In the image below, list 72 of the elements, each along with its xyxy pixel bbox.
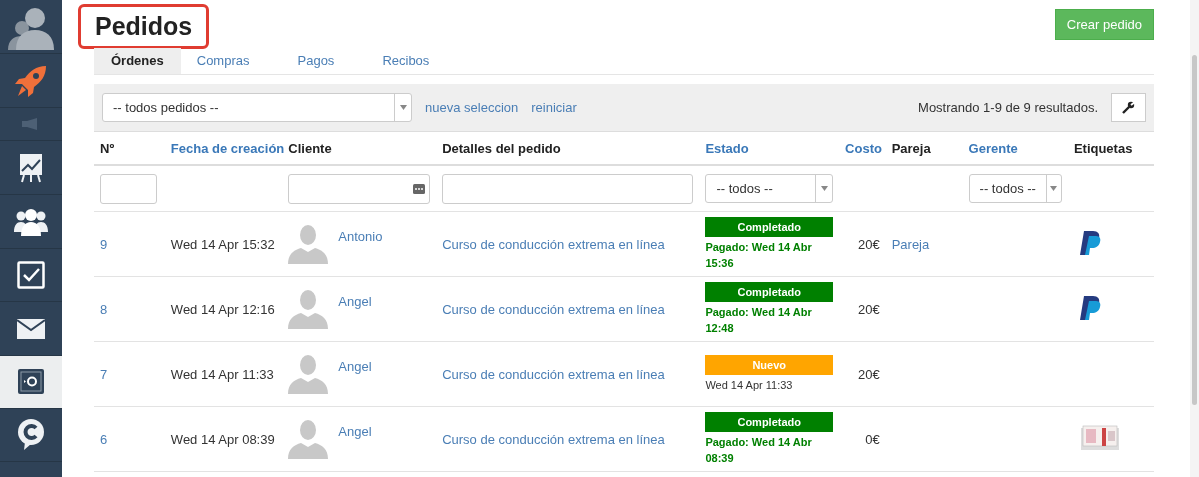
- order-number-link[interactable]: 9: [100, 236, 108, 252]
- avatar-icon: [288, 419, 329, 459]
- results-summary: Mostrando 1-9 de 9 resultados.: [918, 100, 1098, 115]
- order-details-link[interactable]: Curso de conducción extrema en línea: [442, 366, 665, 382]
- rocket-icon[interactable]: [14, 63, 48, 98]
- status-note: Pagado: Wed 14 Abr 12:48: [705, 305, 813, 336]
- date-cell: Wed 14 Apr 12:16: [164, 276, 283, 342]
- status-note: Pagado: Wed 14 Abr 15:36: [705, 240, 813, 271]
- avatar-icon: [288, 289, 329, 329]
- people-icon[interactable]: [14, 207, 48, 236]
- chat-icon[interactable]: [17, 419, 45, 451]
- column-header[interactable]: Fecha de creación: [164, 132, 283, 165]
- status-badge: Completado: [705, 217, 834, 237]
- client-link[interactable]: Angel: [338, 359, 372, 374]
- client-link[interactable]: Angel: [338, 424, 372, 439]
- column-header[interactable]: Estado: [699, 132, 840, 165]
- checkbox-icon[interactable]: [17, 261, 45, 289]
- banknotes-icon: [1079, 424, 1120, 451]
- paypal-icon: [1079, 295, 1102, 320]
- column-header: Detalles del pedido: [436, 132, 700, 165]
- mail-icon[interactable]: [17, 318, 45, 339]
- status-badge: Nuevo: [705, 355, 834, 375]
- client-link[interactable]: Antonio: [338, 229, 383, 244]
- client-link[interactable]: Angel: [338, 294, 372, 309]
- client-filter-field[interactable]: [288, 173, 431, 204]
- partner-link[interactable]: Pareja: [891, 236, 930, 252]
- status-badge: Completado: [705, 412, 834, 432]
- filter-input[interactable]: [100, 173, 157, 204]
- status-badge: Completado: [705, 282, 834, 302]
- tab[interactable]: Órdenes: [94, 48, 181, 74]
- caret-icon: [1050, 186, 1058, 191]
- link[interactable]: nueva seleccion: [425, 100, 519, 115]
- chart-board-icon[interactable]: [19, 152, 43, 183]
- caret-icon: [399, 105, 407, 110]
- order-number-link[interactable]: 8: [100, 301, 108, 317]
- wrench-icon: [1122, 101, 1135, 114]
- cost-cell: 20€: [839, 341, 886, 407]
- filter-dropdown[interactable]: -- todos --: [705, 174, 834, 203]
- date-cell: Wed 14 Apr 08:39: [164, 406, 283, 472]
- status-note: Wed 14 Apr 11:33: [705, 378, 794, 393]
- cost-cell: 20€: [839, 276, 886, 342]
- tab[interactable]: Pagos: [281, 48, 351, 74]
- settings-button[interactable]: [1111, 93, 1146, 122]
- cost-cell: 0€: [839, 406, 886, 472]
- avatar-icon: [288, 354, 329, 394]
- paypal-icon: [1079, 230, 1102, 255]
- tab[interactable]: Recibos: [366, 48, 446, 74]
- caret-icon: [820, 186, 828, 191]
- safe-icon[interactable]: [17, 368, 45, 396]
- cost-cell: 20€: [839, 211, 886, 277]
- column-header: Etiquetas: [1067, 132, 1154, 165]
- link[interactable]: reiniciar: [531, 100, 577, 115]
- order-details-link[interactable]: Curso de conducción extrema en línea: [442, 431, 665, 447]
- tab[interactable]: Compras: [180, 48, 266, 74]
- picker-icon: [413, 183, 426, 194]
- date-cell: Wed 14 Apr 15:32: [164, 211, 283, 277]
- filter-dropdown[interactable]: -- todos --: [968, 174, 1062, 203]
- order-details-link[interactable]: Curso de conducción extrema en línea: [442, 236, 665, 252]
- selection-dropdown[interactable]: -- todos pedidos --: [102, 93, 412, 122]
- column-header: Nº: [94, 132, 165, 165]
- order-details-link[interactable]: Curso de conducción extrema en línea: [442, 301, 665, 317]
- order-number-link[interactable]: 6: [100, 431, 108, 447]
- status-note: Pagado: Wed 14 Abr 08:39: [705, 435, 813, 466]
- column-header[interactable]: Costo: [839, 132, 886, 165]
- date-cell: Wed 14 Apr 11:33: [164, 341, 283, 407]
- column-header[interactable]: Gerente: [962, 132, 1068, 165]
- column-header: Pareja: [885, 132, 963, 165]
- order-number-link[interactable]: 7: [100, 366, 108, 382]
- avatar-icon: [288, 224, 329, 264]
- create-order-button[interactable]: Crear pedido: [1054, 9, 1154, 40]
- sidebar-item[interactable]: [0, 356, 62, 409]
- filter-input[interactable]: [442, 173, 694, 204]
